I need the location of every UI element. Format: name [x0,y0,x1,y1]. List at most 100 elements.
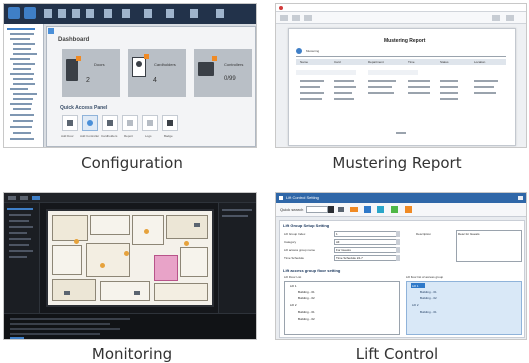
door-marker[interactable] [144,229,149,234]
toolbar-button[interactable] [166,9,174,18]
tree-item[interactable] [13,120,33,122]
tree-item[interactable] [13,78,33,80]
tree-item[interactable] [10,126,32,128]
quick-item-icon [147,120,153,126]
tree-item[interactable] [13,43,35,45]
dashboard-corner-mark [48,28,54,34]
add-icon[interactable] [391,206,398,213]
tree-item[interactable] [13,63,35,65]
chevron-down-icon[interactable] [396,247,400,253]
door-marker[interactable] [124,251,129,256]
panel-item[interactable] [9,226,33,228]
tree-item[interactable] [10,58,30,60]
panel-item[interactable] [9,256,27,258]
toolbar-button[interactable] [86,9,94,18]
panel-item[interactable] [7,208,33,210]
doors-value: 2 [86,77,90,84]
toolbar-button[interactable] [32,196,40,200]
tree-node-lift[interactable]: Lift 1 [412,284,419,288]
event-log-row[interactable] [10,318,130,320]
tree-node-floor[interactable]: Building - 01 [298,310,315,314]
tree-item[interactable] [10,38,30,40]
event-log-row[interactable] [10,333,100,335]
toolbar-button[interactable] [8,196,16,200]
panel-item[interactable] [222,209,252,211]
camera-marker[interactable] [194,223,200,227]
toolbar-button[interactable] [58,9,66,18]
door-marker[interactable] [100,263,105,268]
panel-item[interactable] [9,244,29,246]
tree-item[interactable] [13,53,37,55]
highlighted-zone[interactable] [154,255,178,281]
quick-item-icon [107,120,113,126]
tree-item[interactable] [13,48,31,50]
toolbar-button[interactable] [216,9,224,18]
tree-item[interactable] [10,33,34,35]
tree-item[interactable] [10,138,34,140]
panel-item[interactable] [9,220,29,222]
ribbon-button[interactable] [506,15,514,21]
chevron-down-icon[interactable] [396,255,400,261]
toolbar-button[interactable] [20,196,28,200]
tree-item[interactable] [10,88,28,90]
ribbon-button[interactable] [492,15,500,21]
tree-node-floor[interactable]: Building - 01 [298,290,315,294]
tree-item[interactable] [10,103,32,105]
arrow-right-icon[interactable] [350,207,358,212]
tree-item[interactable] [13,93,37,95]
chevron-down-icon[interactable] [396,239,400,245]
toolbar-button[interactable] [122,9,130,18]
ribbon-button[interactable] [304,15,312,21]
field-select[interactable] [334,239,400,245]
tree-item[interactable] [13,68,31,70]
tree-node-floor[interactable]: Building - 01 [420,290,437,294]
copy-icon[interactable] [377,206,384,213]
chevron-down-icon[interactable] [396,231,400,237]
tree-node-lift[interactable]: Lift 2 [290,303,297,307]
tree-item[interactable] [13,132,31,134]
delete-icon[interactable] [405,206,412,213]
toolbar-button[interactable] [44,9,52,18]
panel-item[interactable] [9,250,33,252]
close-icon[interactable] [518,196,523,200]
tree-node-floor[interactable]: Building - 01 [420,310,437,314]
event-log-row[interactable] [10,328,120,330]
tree-item[interactable] [7,28,35,30]
report-title: Mustering Report [384,38,426,44]
toolbar-button[interactable] [190,9,198,18]
toolbar-button[interactable] [72,9,80,18]
tree-node-lift[interactable]: Lift 2 [412,303,419,307]
camera-marker[interactable] [64,291,70,295]
tree-item[interactable] [13,83,35,85]
tree-item[interactable] [10,114,34,116]
door-marker[interactable] [74,239,79,244]
tree-item[interactable] [10,73,34,75]
save-icon[interactable] [364,206,371,213]
tree-node-floor[interactable]: Building - 02 [298,296,315,300]
toolbar-button[interactable] [8,7,20,19]
panel-item[interactable] [9,238,31,240]
tree-node-floor[interactable]: Building - 02 [298,317,315,321]
table-row [474,92,496,94]
event-log-row[interactable] [10,323,110,325]
search-input[interactable] [306,206,328,213]
quick-item-icon [127,120,133,126]
tree-item[interactable] [13,98,33,100]
field-input[interactable] [334,231,400,237]
toolbar-button[interactable] [24,7,36,19]
tree-item[interactable] [13,108,31,110]
tree-node-lift[interactable]: Lift 1 [290,284,297,288]
panel-item[interactable] [9,232,27,234]
ribbon-button[interactable] [292,15,300,21]
door-marker[interactable] [184,241,189,246]
ribbon-button[interactable] [280,15,288,21]
toolbar-button[interactable] [104,9,112,18]
camera-marker[interactable] [134,291,140,295]
panel-item[interactable] [9,214,31,216]
view-icon[interactable] [338,207,344,212]
panel-item[interactable] [222,215,248,217]
controllers-value: 0/99 [224,76,236,82]
tree-node-floor[interactable]: Building - 02 [420,296,437,300]
search-dropdown[interactable] [328,206,334,213]
toolbar-button[interactable] [144,9,152,18]
